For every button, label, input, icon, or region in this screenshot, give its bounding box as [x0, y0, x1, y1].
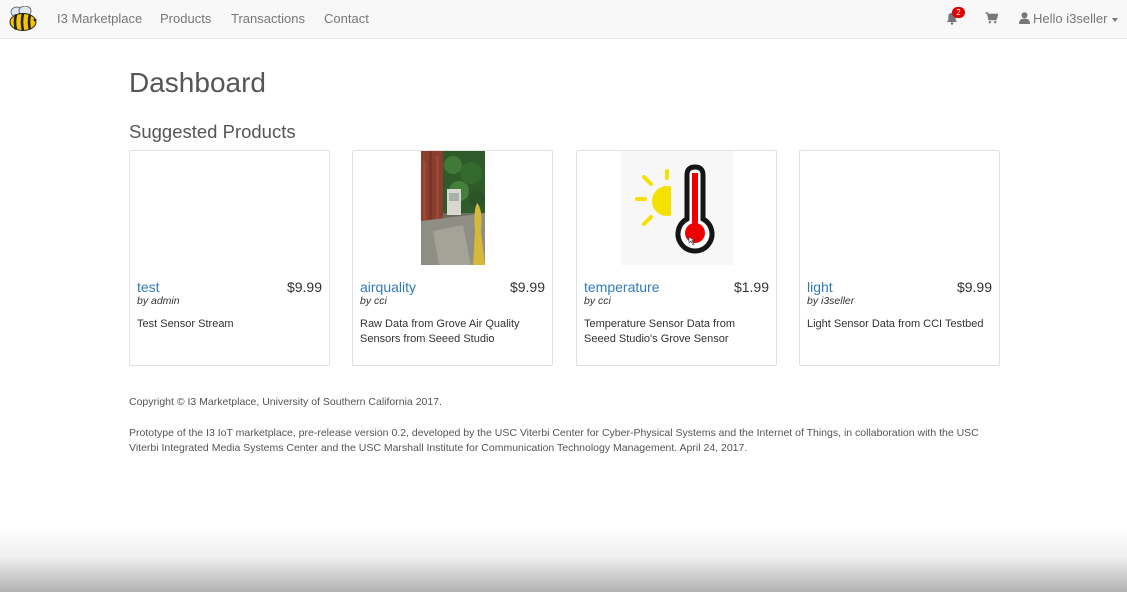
nav-transactions[interactable]: Transactions [231, 11, 305, 26]
product-image-placeholder[interactable] [800, 151, 999, 265]
product-seller: by cci [584, 295, 611, 307]
product-description: Test Sensor Stream [137, 318, 234, 330]
notification-badge: 2 [952, 7, 965, 18]
product-card[interactable]: light $9.99 by i3seller Light Sensor Dat… [799, 150, 1000, 366]
product-seller: by i3seller [807, 295, 855, 307]
user-icon [1019, 12, 1030, 24]
product-name-link[interactable]: test [137, 279, 160, 295]
product-seller: by admin [137, 295, 180, 307]
alley-photo-image[interactable] [353, 151, 552, 265]
product-price: $1.99 [733, 279, 769, 295]
user-menu[interactable]: Hello i3seller [1019, 11, 1119, 26]
nav-products[interactable]: Products [160, 11, 211, 26]
product-name-link[interactable]: airquality [360, 279, 416, 295]
product-card[interactable]: temperature $1.99 by cci Temperature Sen… [576, 150, 777, 366]
brand-link[interactable]: I3 Marketplace [57, 11, 142, 26]
page-title: Dashboard [129, 67, 266, 98]
product-card[interactable]: airquality $9.99 by cci Raw Data from Gr… [352, 150, 553, 366]
bottom-shadow [0, 527, 1127, 592]
product-card[interactable]: test $9.99 by admin Test Sensor Stream [129, 150, 330, 366]
chevron-down-icon [1112, 17, 1119, 22]
navbar: I3 Marketplace Products Transactions Con… [0, 0, 1127, 39]
product-name-link[interactable]: light [807, 279, 833, 295]
product-price: $9.99 [956, 279, 992, 295]
product-description: Raw Data from Grove Air Quality Sensors … [360, 318, 520, 345]
product-image-placeholder[interactable] [130, 151, 329, 265]
product-description: Temperature Sensor Data from Seeed Studi… [584, 318, 736, 345]
bee-logo-icon[interactable] [6, 6, 40, 32]
product-price: $9.99 [509, 279, 545, 295]
product-price: $9.99 [286, 279, 322, 295]
thermometer-sun-icon[interactable] [577, 151, 776, 265]
product-seller: by cci [360, 295, 387, 307]
section-title: Suggested Products [129, 121, 296, 142]
footer-note: Prototype of the I3 IoT marketplace, pre… [129, 427, 979, 454]
cart-icon[interactable] [985, 12, 998, 24]
product-description: Light Sensor Data from CCI Testbed [807, 318, 984, 330]
user-greeting: Hello i3seller [1033, 11, 1108, 26]
footer-copyright: Copyright © I3 Marketplace, University o… [129, 396, 442, 408]
nav-contact[interactable]: Contact [324, 11, 369, 26]
product-name-link[interactable]: temperature [584, 279, 659, 295]
